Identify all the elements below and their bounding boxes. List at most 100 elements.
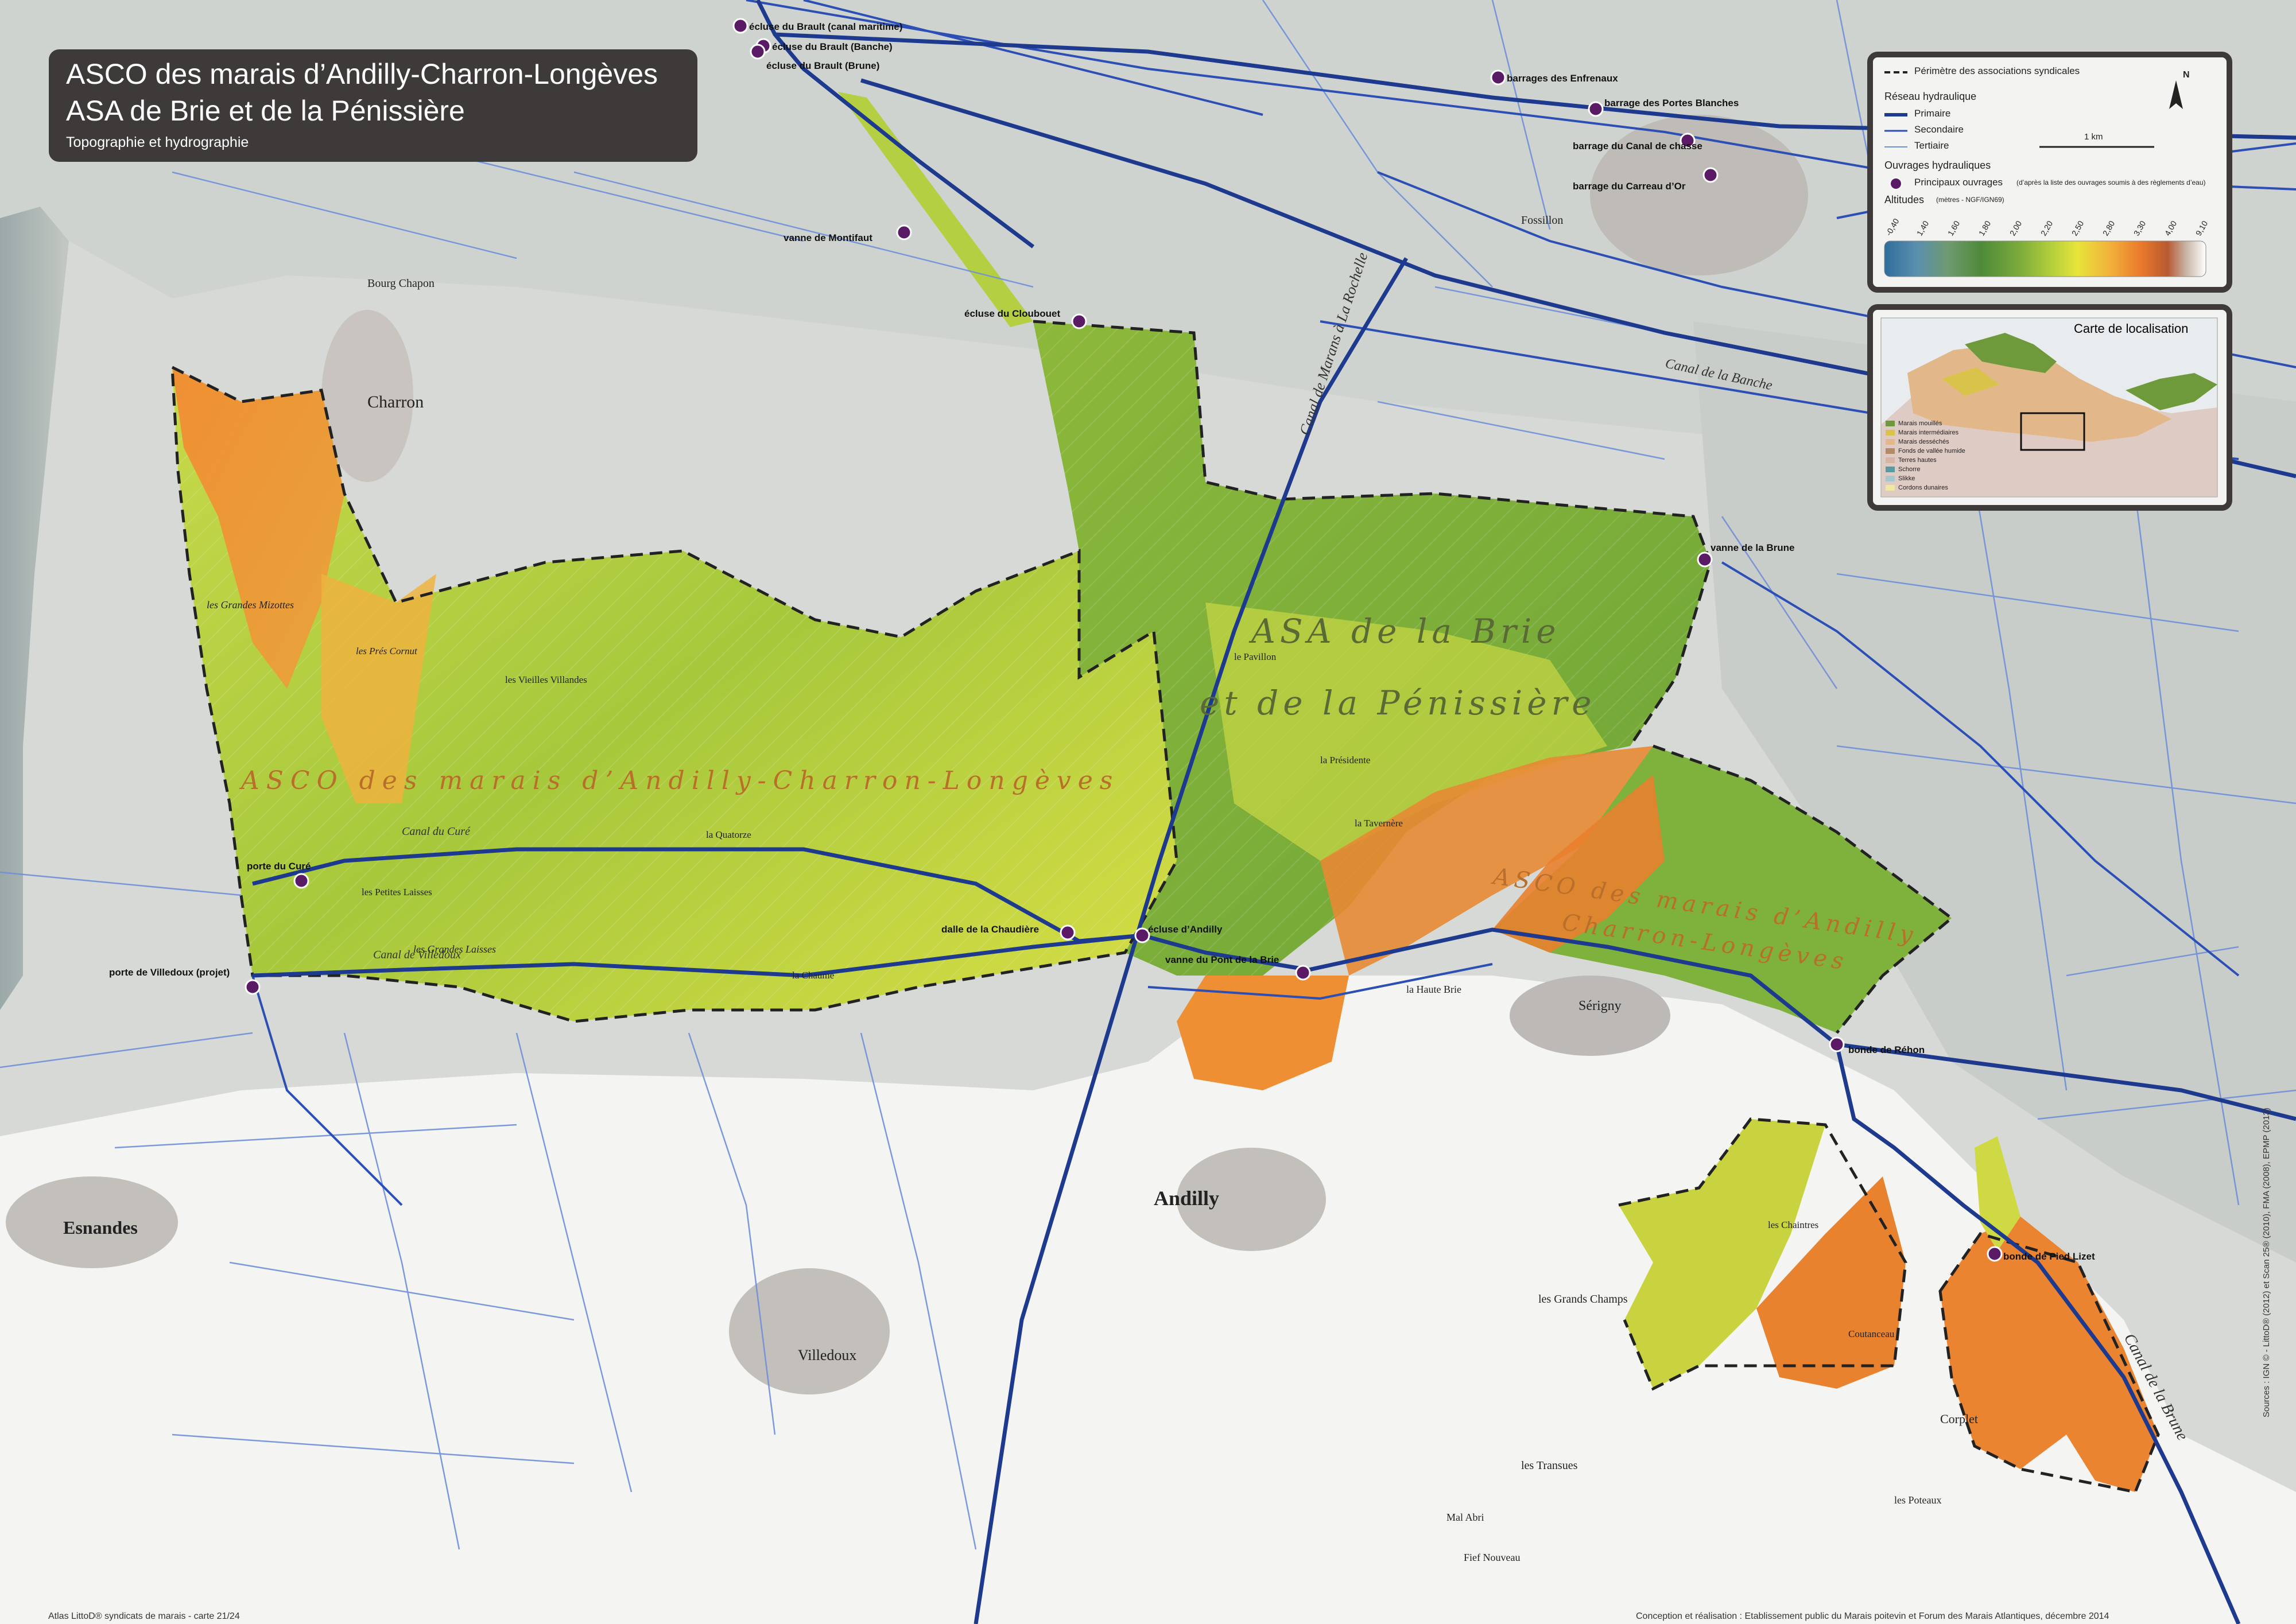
- label-grandes-mizottes: les Grandes Mizottes: [207, 599, 294, 611]
- location-legend-swatch: [1886, 448, 1895, 454]
- label-mal-abri: Mal Abri: [1446, 1512, 1484, 1523]
- legend-principaux: Principaux ouvrages: [1914, 177, 2003, 188]
- location-legend-swatch: [1886, 457, 1895, 463]
- zone-label-asa-1: ASA de la Brie: [1248, 612, 1561, 651]
- altitude-tick: 1,40: [1915, 219, 1931, 238]
- ouvrage-label: écluse d’Andilly: [1148, 924, 1223, 935]
- map-title-box: ASCO des marais d’Andilly-Charron-Longèv…: [49, 49, 697, 162]
- location-legend-item: Slikke: [1886, 474, 1965, 483]
- ouvrage-marker: [1588, 101, 1604, 117]
- location-legend-swatch: [1886, 485, 1895, 491]
- label-quatorze: la Quatorze: [706, 829, 751, 840]
- label-serigny: Sérigny: [1578, 999, 1622, 1013]
- ouvrage-label: vanne de la Brune: [1711, 542, 1794, 553]
- location-legend-swatch: [1886, 476, 1895, 481]
- location-legend-swatch: [1886, 430, 1895, 436]
- location-legend-swatch: [1886, 439, 1895, 445]
- altitude-tick: 1,80: [1977, 219, 1993, 238]
- legend-tertiary: Tertiaire: [1914, 140, 1949, 151]
- legend-ouvrages-heading: Ouvrages hydrauliques: [1884, 160, 1991, 171]
- altitude-tick: 2,20: [2039, 219, 2055, 238]
- label-prees-cornut: les Prés Cornut: [356, 646, 418, 656]
- altitude-tick: 2,80: [2101, 219, 2117, 238]
- label-fief-nouveau: Fief Nouveau: [1464, 1552, 1520, 1563]
- zone-label-asa-2: et de la Pénissière: [1200, 683, 1596, 722]
- location-legend-swatch: [1886, 467, 1895, 472]
- label-bourg-chapon: Bourg Chapon: [367, 277, 435, 290]
- legend-principaux-note: (d’après la liste des ouvrages soumis à …: [2016, 178, 2206, 187]
- ouvrage-marker: [1490, 69, 1506, 86]
- label-presidente: la Présidente: [1320, 755, 1370, 766]
- legend-scale: 1 km: [2084, 132, 2103, 142]
- map-title-line2: ASA de Brie et de la Pénissière: [66, 95, 465, 127]
- label-haute-brie: la Haute Brie: [1406, 984, 1461, 995]
- label-chaintres: les Chaintres: [1768, 1219, 1818, 1230]
- town-serigny-area: [1510, 976, 1670, 1056]
- ouvrage-label: porte du Curé: [247, 861, 311, 872]
- ouvrage-marker: [896, 224, 912, 240]
- ouvrage-label: vanne de Montifaut: [784, 232, 872, 243]
- zone-label-asco-main: ASCO des marais d’Andilly-Charron-Longèv…: [239, 766, 1119, 795]
- map-legend: -0,40 1,40 1,60 1,80 2,00 2,20 2,50 2,80 3,30 4,0…: [1867, 52, 2232, 293]
- ouvrage-marker: [1697, 551, 1713, 568]
- label-pavillon: le Pavillon: [1234, 651, 1277, 662]
- label-tavernere: la Tavernère: [1355, 818, 1403, 829]
- ouvrage-marker: [1071, 313, 1087, 329]
- altitude-tick: 2,50: [2070, 219, 2086, 238]
- ouvrage-marker: [245, 979, 261, 995]
- altitude-tick: 9,10: [2194, 219, 2210, 238]
- ouvrage-marker: [1829, 1036, 1845, 1052]
- location-legend-label: Cordons dunaires: [1898, 484, 1948, 491]
- ouvrage-marker: [750, 44, 766, 60]
- ouvrage-label: barrage des Portes Blanches: [1604, 98, 1739, 108]
- map-subtitle: Topographie et hydrographie: [66, 134, 249, 150]
- label-villedoux: Villedoux: [798, 1347, 856, 1363]
- ouvrage-label: barrage du Canal de chasse: [1573, 141, 1702, 151]
- label-chaume: la Chaume: [792, 970, 834, 981]
- town-villedoux-area: [729, 1268, 890, 1394]
- location-legend-item: Fonds de vallée humide: [1886, 446, 1965, 456]
- ouvrage-label: vanne du Pont de la Brie: [1165, 954, 1279, 965]
- label-canal-villedoux: Canal de Villedoux: [373, 949, 461, 961]
- location-legend-item: Marais intermédiaires: [1886, 428, 1965, 437]
- ouvrage-marker: [1702, 167, 1719, 183]
- ouvrage-marker: [293, 873, 309, 889]
- location-legend-item: Schorre: [1886, 465, 1965, 474]
- legend-primary: Primaire: [1914, 108, 1951, 119]
- label-vieilles-villandes: les Vieilles Villandes: [505, 674, 587, 685]
- credits-sources: Sources : IGN © - LittoD® (2012) et Scan…: [2262, 1108, 2271, 1417]
- location-legend-label: Schorre: [1898, 466, 1921, 473]
- ouvrage-marker: [1060, 924, 1076, 941]
- altitude-tick: -0,40: [1884, 217, 1901, 238]
- legend-altitudes-unit: (mètres - NGF/IGN69): [1936, 196, 2004, 204]
- location-map-box: Carte de localisation Marais mouillés Mar…: [1867, 304, 2232, 511]
- label-esnandes: Esnandes: [63, 1217, 138, 1238]
- credits-left: Atlas LittoD® syndicats de marais - cart…: [48, 1611, 240, 1621]
- ouvrage-label: dalle de la Chaudière: [941, 924, 1039, 935]
- location-legend-label: Terres hautes: [1898, 457, 1937, 464]
- label-petites-laisses: les Petites Laisses: [362, 887, 432, 898]
- location-legend-label: Fonds de vallée humide: [1898, 448, 1965, 454]
- ouvrage-marker: [732, 18, 748, 34]
- label-grands-champs: les Grands Champs: [1538, 1293, 1628, 1306]
- location-legend-item: Marais desséchés: [1886, 437, 1965, 446]
- label-corplet: Corplet: [1940, 1412, 1978, 1426]
- ouvrage-label: bonde de Réhon: [1848, 1044, 1925, 1055]
- location-legend-label: Marais mouillés: [1898, 420, 1942, 427]
- credits-right: Conception et réalisation : Etablissemen…: [1636, 1611, 2109, 1621]
- ouvrage-label: barrages des Enfrenaux: [1507, 73, 1618, 84]
- ouvrage-marker: [1987, 1246, 2003, 1262]
- location-title: Carte de localisation: [2074, 321, 2189, 336]
- location-legend-item: Terres hautes: [1886, 456, 1965, 465]
- ouvrage-label: écluse du Brault (Brune): [766, 60, 879, 71]
- altitude-tick: 4,00: [2163, 219, 2179, 238]
- label-transues: les Transues: [1521, 1459, 1578, 1472]
- location-legend: Marais mouillés Marais intermédiaires Mara…: [1886, 419, 1965, 492]
- altitude-tick: 2,00: [2008, 219, 2024, 238]
- altitude-tick: 3,30: [2132, 219, 2148, 238]
- label-canal-cure: Canal du Curé: [402, 825, 471, 838]
- ouvrage-marker: [1295, 965, 1311, 981]
- label-andilly: Andilly: [1154, 1187, 1219, 1210]
- ouvrage-label: écluse du Brault (Banche): [772, 41, 893, 52]
- ouvrage-label: écluse du Cloubouet: [964, 308, 1061, 319]
